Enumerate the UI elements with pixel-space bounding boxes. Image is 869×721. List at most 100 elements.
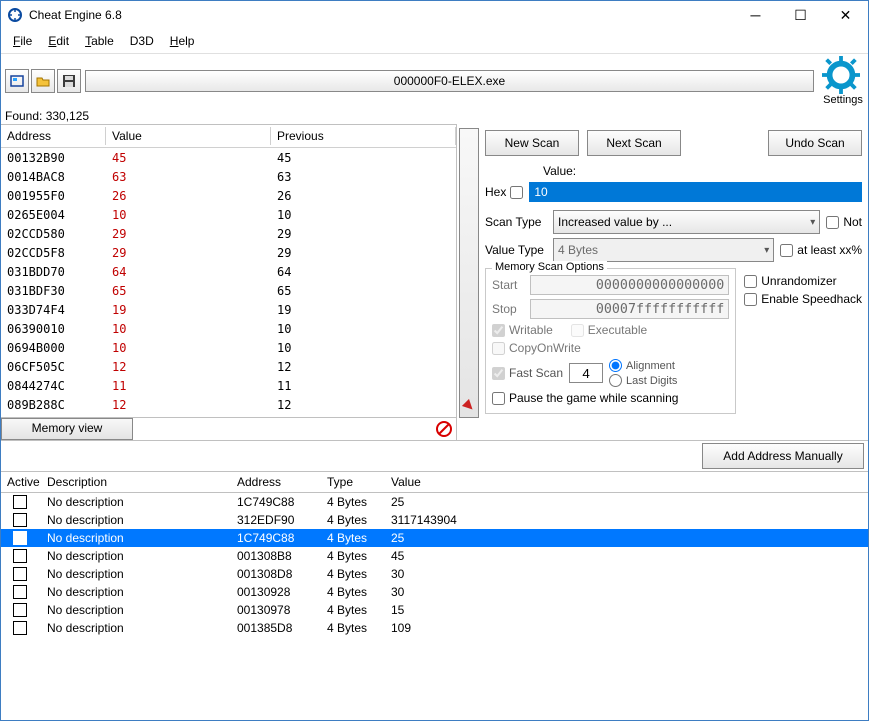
- cheat-row[interactable]: No description001309284 Bytes30: [1, 583, 868, 601]
- result-previous: 10: [271, 208, 456, 222]
- minimize-button[interactable]: ─: [733, 1, 778, 29]
- executable-checkbox[interactable]: Executable: [571, 323, 647, 337]
- scan-results-table: Address Value Previous 00132B9045450014B…: [1, 124, 456, 418]
- cheat-active-cell[interactable]: [1, 531, 41, 545]
- right-options: Unrandomizer Enable Speedhack: [744, 266, 862, 414]
- found-line: Found: 330,125: [1, 108, 868, 124]
- result-row[interactable]: 02CCD5802929: [1, 224, 456, 243]
- cheat-value: 25: [385, 495, 868, 509]
- freeze-checkbox[interactable]: [13, 621, 27, 635]
- result-row[interactable]: 063900101010: [1, 319, 456, 338]
- menu-table[interactable]: Table: [79, 33, 120, 49]
- cheat-value: 3117143904: [385, 513, 868, 527]
- cheat-row[interactable]: No description001308B84 Bytes45: [1, 547, 868, 565]
- speedhack-checkbox[interactable]: Enable Speedhack: [744, 292, 862, 306]
- atleast-checkbox[interactable]: at least xx%: [780, 243, 862, 257]
- copyonwrite-checkbox[interactable]: CopyOnWrite: [492, 341, 581, 355]
- chevron-down-icon: ▾: [764, 245, 769, 256]
- unrandomizer-checkbox[interactable]: Unrandomizer: [744, 274, 862, 288]
- freeze-checkbox[interactable]: [13, 567, 27, 581]
- memory-view-button[interactable]: Memory view: [1, 418, 133, 440]
- stop-input[interactable]: [530, 299, 729, 319]
- cheat-row[interactable]: No description312EDF904 Bytes3117143904: [1, 511, 868, 529]
- menu-d3d[interactable]: D3D: [124, 33, 160, 49]
- process-name: 000000F0-ELEX.exe: [394, 74, 505, 88]
- pause-game-checkbox[interactable]: Pause the game while scanning: [492, 391, 678, 405]
- col-value[interactable]: Value: [106, 127, 271, 145]
- fastscan-checkbox[interactable]: Fast Scan: [492, 366, 563, 380]
- close-button[interactable]: ✕: [823, 1, 868, 29]
- scan-value-input[interactable]: [529, 182, 862, 202]
- freeze-checkbox[interactable]: [13, 513, 27, 527]
- fastscan-value[interactable]: [569, 363, 603, 383]
- freeze-checkbox[interactable]: [13, 531, 27, 545]
- freeze-checkbox[interactable]: [13, 549, 27, 563]
- col-active[interactable]: Active: [1, 473, 41, 491]
- cheat-active-cell[interactable]: [1, 567, 41, 581]
- result-row[interactable]: 031BDF306565: [1, 281, 456, 300]
- writable-checkbox[interactable]: Writable: [492, 323, 553, 337]
- freeze-checkbox[interactable]: [13, 585, 27, 599]
- cheat-table-header: Active Description Address Type Value: [1, 471, 868, 493]
- col-value2[interactable]: Value: [385, 473, 868, 491]
- new-scan-button[interactable]: New Scan: [485, 130, 579, 156]
- result-row[interactable]: 00132B904545: [1, 148, 456, 167]
- result-row[interactable]: 031BDD706464: [1, 262, 456, 281]
- menu-file[interactable]: File: [7, 33, 38, 49]
- settings-block[interactable]: Settings: [822, 56, 864, 106]
- select-process-button[interactable]: [5, 69, 29, 93]
- result-row[interactable]: 06CF505C1212: [1, 357, 456, 376]
- result-previous: 11: [271, 379, 456, 393]
- menu-edit[interactable]: Edit: [42, 33, 75, 49]
- open-button[interactable]: [31, 69, 55, 93]
- cheat-active-cell[interactable]: [1, 495, 41, 509]
- hex-checkbox[interactable]: Hex: [485, 185, 523, 199]
- result-row[interactable]: 0265E0041010: [1, 205, 456, 224]
- add-address-manually-button[interactable]: Add Address Manually: [702, 443, 864, 469]
- col-previous[interactable]: Previous: [271, 127, 456, 145]
- cheat-row[interactable]: No description001385D84 Bytes109: [1, 619, 868, 637]
- result-previous: 65: [271, 284, 456, 298]
- scan-results-body[interactable]: 00132B9045450014BAC86363001955F026260265…: [1, 148, 456, 412]
- result-row[interactable]: 089B288C1212: [1, 395, 456, 412]
- cheat-row[interactable]: No description001309784 Bytes15: [1, 601, 868, 619]
- result-row[interactable]: 02CCD5F82929: [1, 243, 456, 262]
- cheat-active-cell[interactable]: [1, 621, 41, 635]
- col-type[interactable]: Type: [321, 473, 385, 491]
- col-address[interactable]: Address: [1, 127, 106, 145]
- add-to-addresslist-button[interactable]: [459, 128, 479, 418]
- freeze-checkbox[interactable]: [13, 495, 27, 509]
- cheat-description: No description: [41, 621, 231, 635]
- value-type-combo[interactable]: 4 Bytes ▾: [553, 238, 774, 262]
- menu-help[interactable]: Help: [164, 33, 201, 49]
- cheat-table-body[interactable]: No description1C749C884 Bytes25No descri…: [1, 493, 868, 720]
- alignment-radio[interactable]: Alignment: [609, 359, 677, 372]
- cheat-active-cell[interactable]: [1, 513, 41, 527]
- result-row[interactable]: 033D74F41919: [1, 300, 456, 319]
- col-address2[interactable]: Address: [231, 473, 321, 491]
- cheat-row[interactable]: No description1C749C884 Bytes25: [1, 529, 868, 547]
- result-row[interactable]: 0844274C1111: [1, 376, 456, 395]
- clear-list-icon[interactable]: [434, 419, 454, 439]
- cheat-row[interactable]: No description001308D84 Bytes30: [1, 565, 868, 583]
- cheat-row[interactable]: No description1C749C884 Bytes25: [1, 493, 868, 511]
- cheat-active-cell[interactable]: [1, 603, 41, 617]
- maximize-button[interactable]: ☐: [778, 1, 823, 29]
- lastdigits-radio[interactable]: Last Digits: [609, 374, 677, 387]
- cheat-value: 25: [385, 531, 868, 545]
- result-row[interactable]: 0694B0001010: [1, 338, 456, 357]
- result-row[interactable]: 001955F02626: [1, 186, 456, 205]
- undo-scan-button[interactable]: Undo Scan: [768, 130, 862, 156]
- freeze-checkbox[interactable]: [13, 603, 27, 617]
- save-button[interactable]: [57, 69, 81, 93]
- cheat-active-cell[interactable]: [1, 585, 41, 599]
- col-description[interactable]: Description: [41, 473, 231, 491]
- start-input[interactable]: [530, 275, 729, 295]
- scan-type-combo[interactable]: Increased value by ... ▾: [553, 210, 820, 234]
- process-name-box[interactable]: 000000F0-ELEX.exe: [85, 70, 814, 92]
- not-checkbox[interactable]: Not: [826, 215, 862, 229]
- result-row[interactable]: 0014BAC86363: [1, 167, 456, 186]
- next-scan-button[interactable]: Next Scan: [587, 130, 681, 156]
- result-address: 0694B000: [1, 341, 106, 355]
- cheat-active-cell[interactable]: [1, 549, 41, 563]
